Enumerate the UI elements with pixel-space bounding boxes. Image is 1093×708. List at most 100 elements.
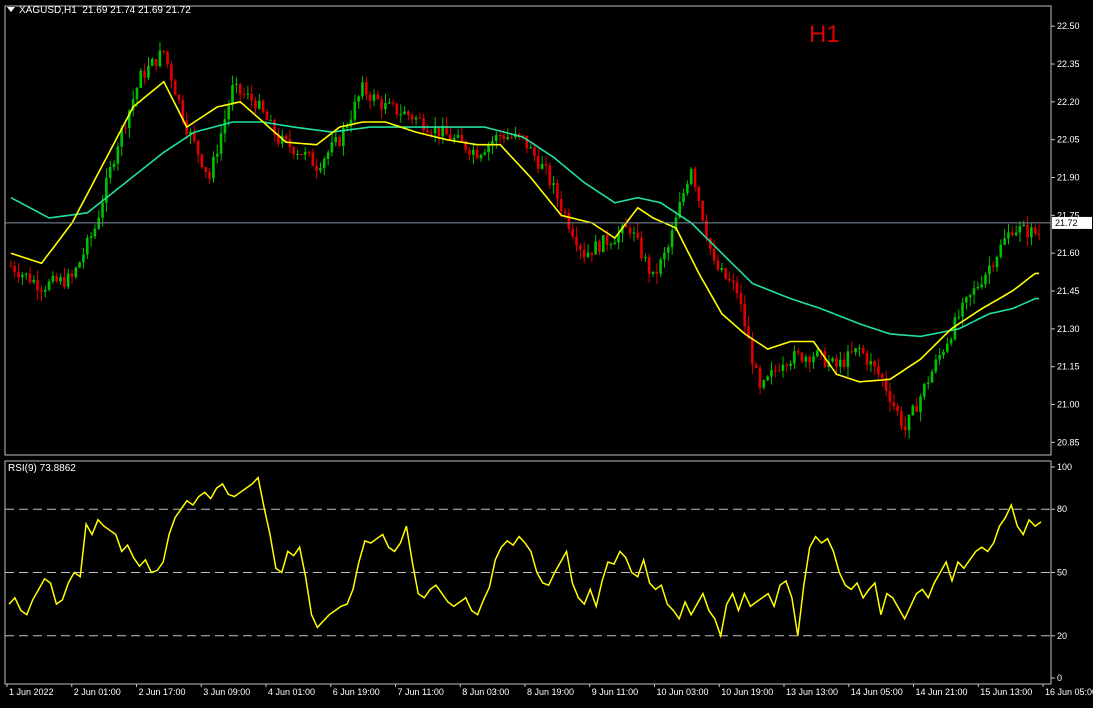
candle-body	[170, 64, 173, 81]
candle-body	[456, 134, 460, 138]
candle-body	[720, 268, 724, 270]
candle-body	[640, 237, 643, 259]
candle-body	[17, 272, 20, 278]
symbol-header: XAGUSD,H1 21.69 21.74 21.69 21.72	[7, 5, 191, 16]
candle-body	[643, 257, 647, 259]
price-tick-label: 22.50	[1057, 21, 1080, 31]
candle-body	[770, 370, 773, 377]
candle-body	[1026, 224, 1029, 238]
candle-body	[353, 101, 357, 120]
candle-body	[919, 396, 922, 412]
candle-body	[1014, 232, 1018, 236]
price-panel-border	[4, 5, 1052, 456]
candle-body	[1030, 227, 1033, 238]
candle-body	[716, 260, 720, 270]
candle-body	[139, 70, 143, 89]
candle-body	[735, 282, 739, 294]
candle-body	[961, 302, 964, 317]
candle-body	[923, 383, 926, 397]
ma-slow-line	[10, 121, 1040, 338]
collapse-triangle-icon[interactable]	[7, 7, 15, 12]
candle-body	[865, 353, 869, 365]
candle-body	[242, 94, 246, 96]
candle-body	[43, 289, 47, 292]
candle-body	[426, 130, 429, 133]
candle-body	[724, 268, 727, 279]
candle-body	[384, 103, 387, 110]
candle-body	[1037, 233, 1041, 235]
ohlc-values: 21.69 21.74 21.69 21.72	[82, 5, 191, 16]
candle-body	[800, 352, 804, 362]
candle-body	[173, 80, 177, 95]
candle-body	[529, 147, 532, 149]
candle-body	[40, 290, 43, 292]
candle-body	[984, 274, 987, 285]
candle-body	[579, 245, 582, 250]
candle-body	[999, 244, 1003, 257]
candle-body	[101, 202, 104, 218]
time-tick-label: 14 Jun 21:00	[916, 687, 968, 697]
candle-body	[227, 105, 230, 120]
candle-body	[796, 351, 800, 353]
candle-body	[437, 126, 441, 137]
candle-body	[915, 405, 918, 412]
rsi-tick-label: 50	[1057, 568, 1067, 578]
candle-body	[85, 237, 89, 255]
candle-body	[842, 359, 846, 367]
candle-body	[987, 265, 991, 275]
candle-body	[78, 262, 81, 268]
candle-body	[888, 390, 892, 403]
candle-body	[154, 59, 158, 67]
candle-body	[892, 402, 896, 407]
candle-body	[728, 278, 731, 281]
symbol-label: XAGUSD,H1	[19, 5, 77, 16]
candle-body	[877, 366, 880, 375]
time-tick-label: 8 Jun 19:00	[527, 687, 574, 697]
candle-body	[525, 135, 529, 149]
candle-body	[854, 348, 857, 353]
candle-body	[689, 168, 693, 185]
candle-body	[835, 358, 838, 367]
candle-body	[808, 356, 811, 363]
price-tick-label: 21.90	[1057, 173, 1080, 183]
candle-body	[903, 426, 907, 431]
candle-body	[991, 265, 995, 267]
candle-body	[372, 94, 376, 101]
candle-body	[647, 257, 651, 274]
candle-body	[254, 100, 257, 109]
candle-body	[418, 117, 422, 119]
candle-body	[601, 235, 605, 253]
time-tick-label: 1 Jun 2022	[9, 687, 54, 697]
candle-body	[781, 364, 785, 371]
candle-body	[563, 211, 567, 214]
candle-body	[475, 149, 479, 159]
candle-body	[896, 406, 899, 412]
candle-body	[559, 199, 563, 212]
candle-body	[269, 120, 273, 122]
time-tick-label: 2 Jun 17:00	[139, 687, 186, 697]
candle-body	[567, 213, 571, 230]
candle-body	[666, 247, 670, 253]
candle-body	[47, 281, 51, 290]
candle-body	[376, 94, 380, 100]
candle-body	[55, 275, 58, 282]
candle-body	[762, 380, 766, 388]
candle-body	[292, 147, 295, 155]
candle-body	[215, 153, 219, 157]
time-tick-label: 10 Jun 19:00	[721, 687, 773, 697]
candle-body	[686, 184, 689, 194]
candle-body	[468, 149, 471, 155]
candle-body	[479, 154, 483, 159]
candle-body	[24, 273, 28, 275]
candle-body	[150, 59, 154, 66]
candle-body	[1018, 226, 1022, 233]
candle-body	[980, 284, 983, 288]
candle-body	[624, 225, 628, 228]
candle-body	[536, 156, 540, 169]
candle-body	[571, 229, 574, 237]
price-tick-label: 21.60	[1057, 248, 1080, 258]
timeframe-label: H1	[809, 21, 840, 48]
candle-body	[613, 242, 617, 245]
candle-body	[200, 154, 204, 168]
candle-body	[953, 317, 957, 340]
